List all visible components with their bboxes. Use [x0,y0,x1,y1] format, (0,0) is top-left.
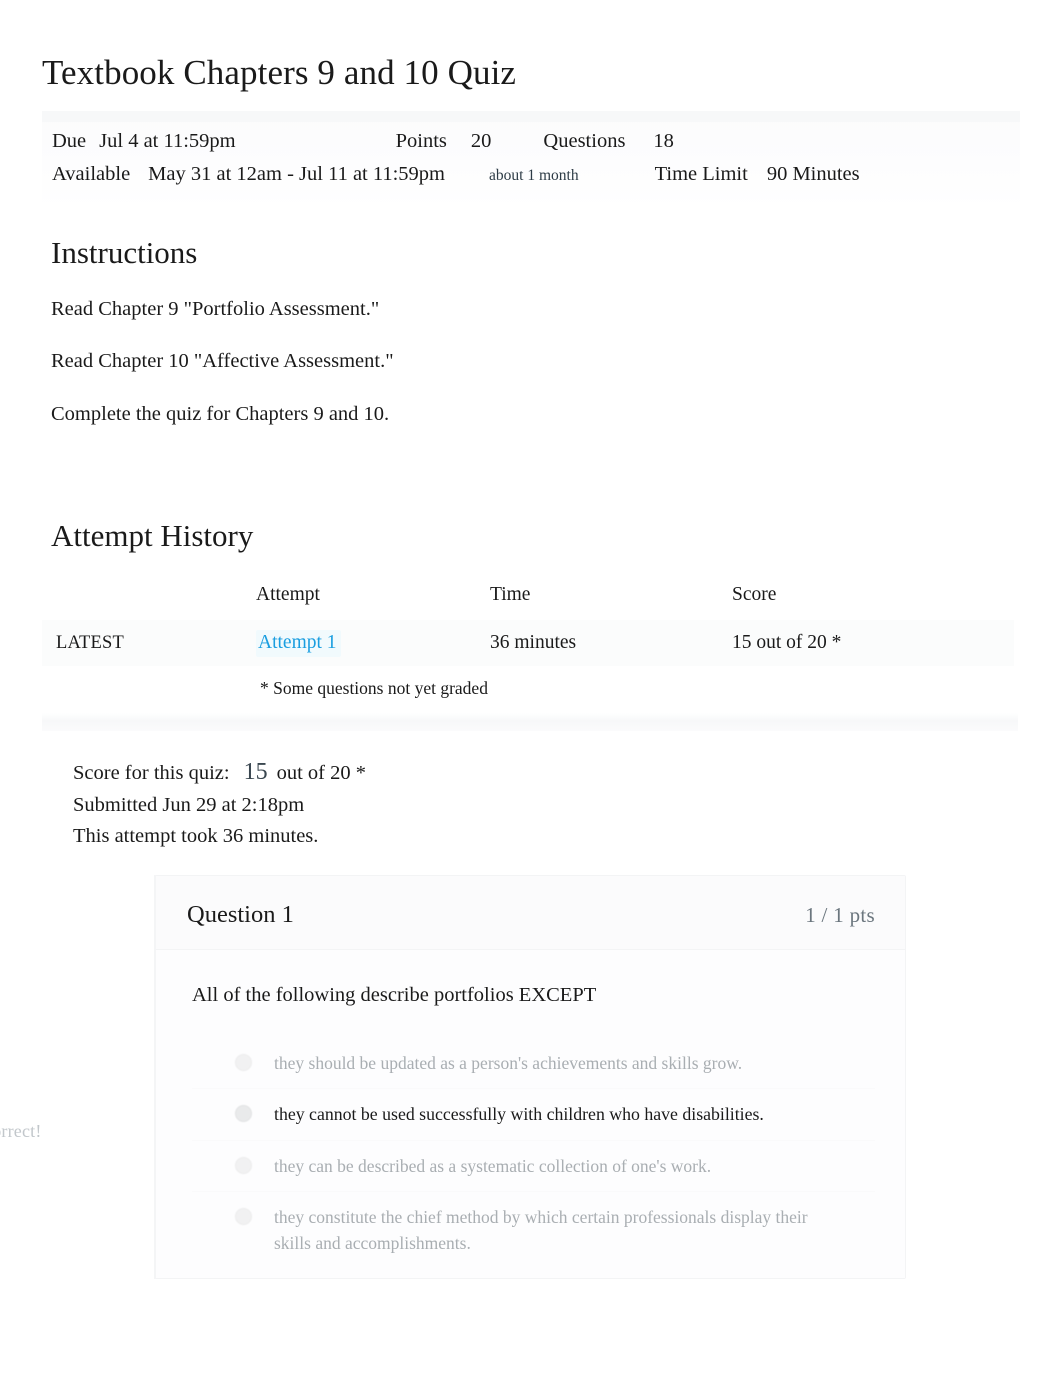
instruction-line: Read Chapter 10 "Affective Assessment." [51,350,394,373]
quiz-results-page: Textbook Chapters 9 and 10 Quiz Due Jul … [0,0,1062,1377]
ungraded-footnote: * Some questions not yet graded [260,677,488,698]
quiz-meta-row-primary: Due Jul 4 at 11:59pm Points 20 Questions… [42,119,1020,158]
due-label: Due [52,130,87,152]
quiz-meta-band: Due Jul 4 at 11:59pm Points 20 Questions… [42,111,1020,210]
due-value: Jul 4 at 11:59pm [99,130,236,152]
column-header-kept [42,584,256,620]
score-value: 15 [243,758,268,785]
question-title: Question 1 [187,900,294,928]
time-limit-value: 90 Minutes [766,163,860,186]
instructions-body: Read Chapter 9 "Portfolio Assessment." R… [42,272,1020,429]
answer-result-flag: Correct! [0,1120,42,1141]
score-summary: Score for this quiz: 15 out of 20 * Subm… [42,731,1020,851]
question-1: Question 1 1 / 1 pts All of the followin… [155,874,906,1280]
radio-button-icon[interactable] [235,1207,252,1225]
section-divider [42,712,1018,731]
score-label: Score for this quiz: [73,761,230,784]
answer-option-label: they should be updated as a person's ach… [274,1052,743,1073]
table-row: LATEST Attempt 1 36 minutes 15 out of 20… [42,619,1014,666]
answer-option[interactable]: they can be described as a systematic co… [192,1139,875,1191]
available-value: May 31 at 12am - Jul 11 at 11:59pm [148,163,446,186]
attempt-time: 36 minutes [490,631,577,653]
answer-option-label: they can be described as a systematic co… [274,1155,712,1176]
submitted-timestamp: Submitted Jun 29 at 2:18pm [73,794,305,817]
attempt-1-link[interactable]: Attempt 1 [256,629,341,657]
available-relative: about 1 month [489,167,579,185]
answer-option-label: they constitute the chief method by whic… [274,1206,808,1254]
column-header-time: Time [490,583,531,605]
attempt-score: 15 out of 20 * [732,631,842,653]
answer-option-label: they cannot be used successfully with ch… [274,1103,764,1124]
question-body: All of the following describe portfolios… [156,948,905,1279]
points-value: 20 [470,130,492,152]
answer-option[interactable]: they constitute the chief method by whic… [192,1190,875,1269]
instructions-heading: Instructions [51,235,198,271]
table-header-row: Attempt Time Score [42,584,1014,620]
column-header-score: Score [732,583,777,605]
answer-option[interactable]: they should be updated as a person's ach… [192,1038,875,1088]
instruction-line: Read Chapter 9 "Portfolio Assessment." [51,297,380,320]
time-limit-label: Time Limit [654,163,748,186]
question-prompt: All of the following describe portfolios… [192,983,597,1006]
page-title: Textbook Chapters 9 and 10 Quiz [42,53,517,92]
column-header-attempt: Attempt [256,583,320,605]
score-line: Score for this quiz: 15 out of 20 * [73,755,1020,791]
attempt-history-table: Attempt Time Score LATEST Attempt 1 36 m… [42,584,1014,666]
radio-button-icon[interactable] [235,1053,252,1071]
available-label: Available [52,163,131,186]
answer-options: they should be updated as a person's ach… [192,1038,875,1269]
questions-value: 18 [653,130,674,152]
quiz-meta-row-secondary: Available May 31 at 12am - Jul 11 at 11:… [42,158,1020,191]
attempt-history-heading: Attempt History [51,517,254,553]
radio-button-icon[interactable] [235,1156,252,1174]
radio-button-selected-icon[interactable] [235,1104,252,1122]
score-out-of: out of 20 * [276,761,366,784]
answer-option-selected[interactable]: they cannot be used successfully with ch… [192,1087,875,1140]
question-points: 1 / 1 pts [805,902,875,927]
points-label: Points [395,130,447,152]
panel-edge [154,874,156,1280]
attempt-duration: This attempt took 36 minutes. [73,824,319,847]
question-header: Question 1 1 / 1 pts [156,875,905,949]
questions-label: Questions [543,130,626,152]
question-1-wrapper: Correct! Question 1 1 / 1 pts All of the… [0,874,906,1280]
instruction-line: Complete the quiz for Chapters 9 and 10. [51,402,390,425]
latest-badge: LATEST [56,632,125,653]
